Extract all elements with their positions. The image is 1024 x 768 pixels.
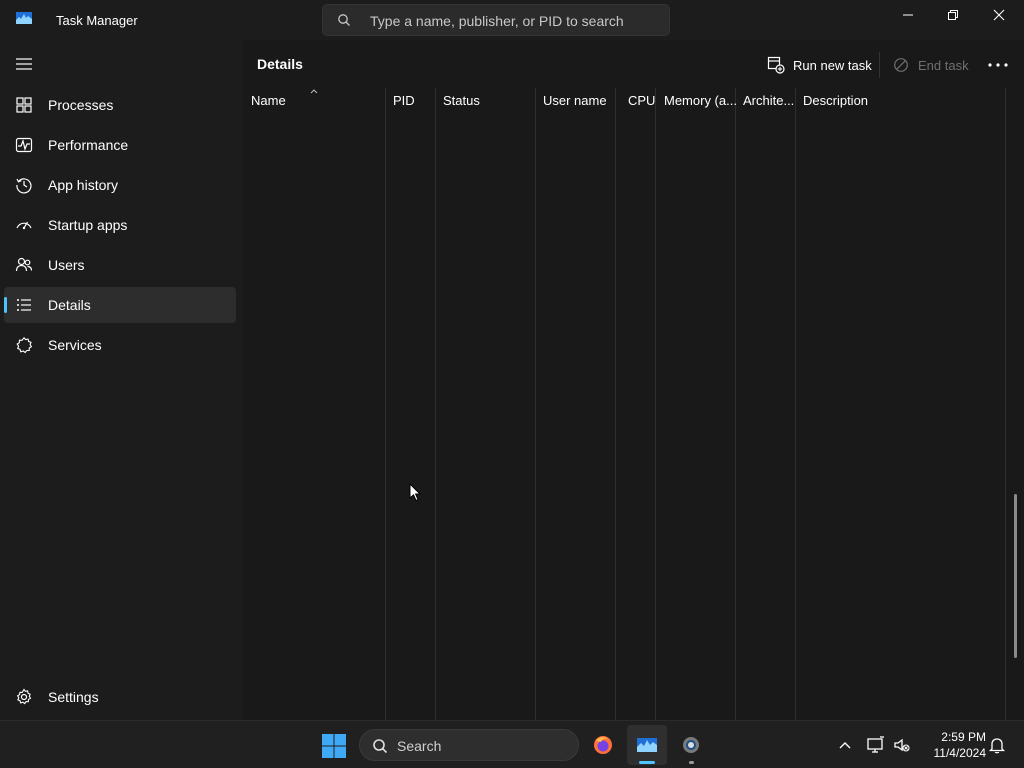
taskbar-app-firefox[interactable] bbox=[583, 725, 623, 765]
restore-button[interactable] bbox=[930, 0, 976, 32]
details-table: Name PID Status User name CPU Memory (a.… bbox=[242, 88, 1006, 720]
sidebar-item-performance[interactable]: Performance bbox=[4, 127, 236, 163]
page-title: Details bbox=[257, 56, 303, 72]
run-new-task-label: Run new task bbox=[793, 58, 872, 73]
task-manager-icon bbox=[637, 738, 657, 752]
sidebar-item-label: App history bbox=[48, 177, 119, 193]
active-app-indicator bbox=[639, 761, 655, 764]
clock-time: 2:59 PM bbox=[941, 730, 986, 744]
run-new-task-icon bbox=[767, 56, 785, 74]
settings-icon bbox=[16, 688, 32, 705]
notification-bell-icon[interactable] bbox=[987, 735, 1007, 755]
settings-gear-icon bbox=[683, 737, 699, 753]
volume-muted-icon[interactable] bbox=[892, 735, 912, 755]
windows-start-icon[interactable] bbox=[320, 732, 348, 760]
column-header: User name bbox=[543, 93, 607, 108]
vertical-scrollbar[interactable] bbox=[1014, 494, 1017, 658]
task-manager-app-icon bbox=[16, 12, 32, 24]
sidebar-item-settings[interactable]: Settings bbox=[4, 679, 236, 715]
column-header: Status bbox=[443, 93, 480, 108]
column-header: Memory (a... bbox=[664, 93, 737, 108]
column-header: Description bbox=[803, 93, 869, 108]
sidebar-item-label: Services bbox=[48, 337, 102, 353]
sidebar-item-label: Settings bbox=[48, 689, 99, 705]
running-app-indicator bbox=[689, 761, 694, 764]
column-description[interactable]: Description bbox=[796, 88, 1006, 720]
taskbar: Search 2:59 PM 11/4/2024 bbox=[0, 720, 1024, 768]
taskbar-app-settings[interactable] bbox=[671, 725, 711, 765]
toolbar-divider bbox=[879, 52, 880, 78]
command-bar: Details Run new task End task bbox=[242, 40, 1024, 88]
details-icon bbox=[17, 299, 31, 311]
taskbar-app-task-manager[interactable] bbox=[627, 725, 667, 765]
sidebar-item-processes[interactable]: Processes bbox=[4, 87, 236, 123]
search-placeholder: Type a name, publisher, or PID to search bbox=[370, 13, 624, 29]
more-options-icon[interactable] bbox=[986, 58, 1010, 72]
column-cpu[interactable]: CPU bbox=[616, 88, 656, 720]
search-icon bbox=[373, 739, 388, 754]
column-header: Archite... bbox=[743, 93, 795, 108]
column-header: PID bbox=[393, 93, 415, 108]
hamburger-menu-icon[interactable] bbox=[16, 57, 34, 71]
sidebar-item-label: Startup apps bbox=[48, 217, 128, 233]
sidebar-item-startup-apps[interactable]: Startup apps bbox=[4, 207, 236, 243]
taskbar-search-label: Search bbox=[397, 738, 442, 754]
column-pid[interactable]: PID bbox=[386, 88, 436, 720]
services-icon bbox=[16, 336, 33, 354]
search-icon bbox=[338, 14, 350, 26]
selection-indicator bbox=[4, 297, 7, 313]
close-button[interactable] bbox=[976, 0, 1022, 32]
end-task-icon bbox=[894, 58, 908, 72]
column-user-name[interactable]: User name bbox=[536, 88, 616, 720]
processes-icon bbox=[16, 97, 32, 113]
sort-ascending-icon bbox=[310, 89, 318, 94]
end-task-label: End task bbox=[918, 58, 969, 73]
firefox-icon bbox=[594, 736, 612, 754]
performance-icon bbox=[15, 137, 33, 153]
search-input[interactable]: Type a name, publisher, or PID to search bbox=[322, 4, 670, 36]
sidebar-item-users[interactable]: Users bbox=[4, 247, 236, 283]
sidebar-item-label: Processes bbox=[48, 97, 114, 113]
title-bar: Task Manager Type a name, publisher, or … bbox=[0, 0, 1024, 40]
sidebar-item-label: Details bbox=[48, 297, 91, 313]
startup-apps-icon bbox=[16, 221, 32, 230]
main-panel: Details Run new task End task Name PID S… bbox=[242, 40, 1024, 720]
minimize-icon bbox=[903, 14, 913, 16]
taskbar-clock[interactable]: 2:59 PM 11/4/2024 bbox=[916, 729, 987, 761]
app-title: Task Manager bbox=[56, 13, 138, 28]
minimize-button[interactable] bbox=[885, 0, 931, 32]
sidebar-item-label: Users bbox=[48, 257, 85, 273]
column-name[interactable]: Name bbox=[242, 88, 386, 720]
close-icon bbox=[993, 9, 1005, 21]
clock-date: 11/4/2024 bbox=[933, 746, 987, 760]
sidebar-item-app-history[interactable]: App history bbox=[4, 167, 236, 203]
sidebar-item-details[interactable]: Details bbox=[4, 287, 236, 323]
column-status[interactable]: Status bbox=[436, 88, 536, 720]
column-header: Name bbox=[251, 93, 286, 108]
column-memory[interactable]: Memory (a... bbox=[656, 88, 737, 720]
users-icon bbox=[15, 257, 33, 272]
restore-icon bbox=[948, 10, 958, 20]
sidebar: Processes Performance App history Startu… bbox=[0, 40, 242, 720]
show-hidden-icons-icon[interactable] bbox=[835, 735, 855, 755]
mouse-cursor-icon bbox=[409, 483, 421, 502]
network-icon[interactable] bbox=[866, 735, 886, 755]
column-header: CPU bbox=[628, 93, 656, 108]
sidebar-item-services[interactable]: Services bbox=[4, 327, 236, 363]
sidebar-item-label: Performance bbox=[48, 137, 129, 153]
column-architecture[interactable]: Archite... bbox=[736, 88, 796, 720]
app-history-icon bbox=[16, 178, 32, 194]
taskbar-search-box[interactable]: Search bbox=[359, 729, 579, 761]
